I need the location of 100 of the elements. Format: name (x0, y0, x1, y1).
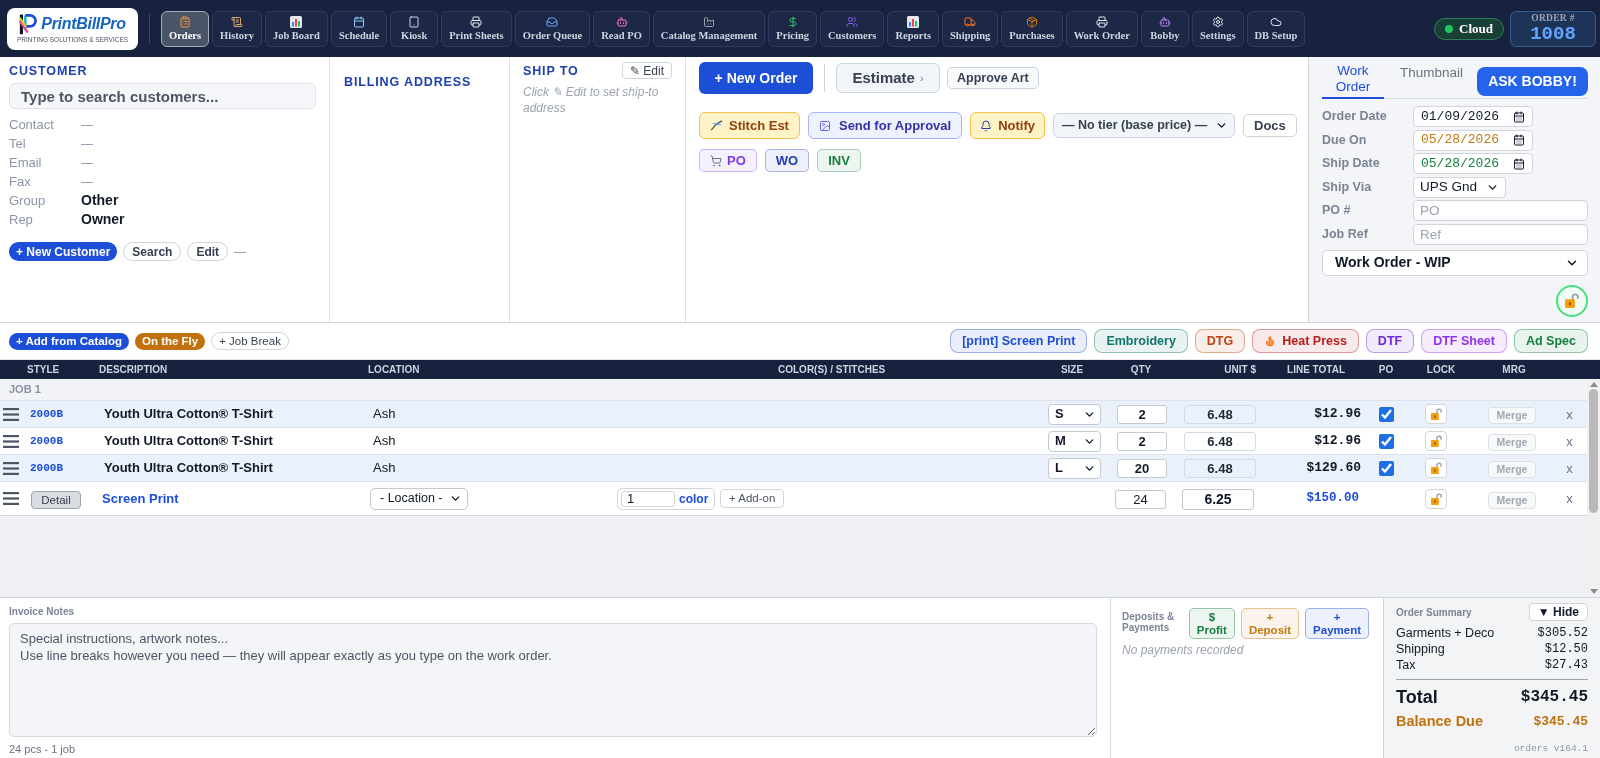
size-select[interactable]: M (1048, 430, 1101, 452)
scroll-down-arrow-icon[interactable] (1589, 589, 1598, 594)
customer-search-field[interactable]: Type to search customers... (9, 83, 316, 109)
nav-tab[interactable]: Orders (161, 10, 210, 47)
po-checkbox[interactable] (1378, 406, 1394, 422)
nav-tab[interactable]: Reports (887, 10, 940, 47)
panel-tab[interactable]: Thumbnail (1398, 63, 1466, 85)
style-code-link[interactable]: 2000B (22, 459, 94, 477)
edit-button[interactable]: ✎ Edit (622, 62, 672, 79)
lock-button[interactable] (1425, 488, 1447, 509)
nav-tab[interactable]: Order Queue (514, 10, 591, 47)
style-code-link[interactable]: 2000B (22, 405, 94, 423)
nav-tab[interactable]: Job Board (264, 10, 328, 47)
scrollbar-thumb[interactable] (1589, 389, 1598, 513)
payment-action-button[interactable]: $ Profit (1188, 608, 1235, 639)
detail-button[interactable]: Detail (31, 490, 81, 509)
decoration-method-button[interactable]: Ad Spec (1514, 329, 1588, 353)
decoration-method-button[interactable]: DTG (1194, 329, 1246, 353)
panel-tab[interactable]: Work Order (1322, 63, 1384, 99)
nav-tab[interactable]: Settings (1191, 10, 1244, 47)
invoice-notes-field[interactable]: Special instructions, artwork notes... Use line breaks however you need — they will appear exactly as you type on the work order. (9, 623, 1097, 737)
add-on-button[interactable]: + Add-on (720, 489, 785, 508)
price-tier-select[interactable]: — No tier (base price) — (1053, 113, 1235, 138)
date-field[interactable]: 05/28/2026 (1413, 129, 1533, 151)
date-field[interactable]: 05/28/2026 (1413, 153, 1533, 174)
color-count-input[interactable]: 1 (621, 490, 675, 507)
decoration-method-button[interactable]: Embroidery (1094, 329, 1188, 353)
nav-tab[interactable]: Work Order (1065, 10, 1138, 47)
nav-tab[interactable]: Read PO (593, 10, 650, 47)
drag-handle-icon[interactable] (3, 407, 19, 421)
scroll-up-arrow-icon[interactable] (1589, 382, 1598, 387)
size-select[interactable]: S (1048, 403, 1101, 425)
lock-button[interactable] (1425, 431, 1447, 451)
calendar-icon[interactable] (1513, 157, 1525, 170)
notify-button[interactable]: Notify (970, 112, 1045, 139)
drag-handle-icon[interactable] (3, 461, 19, 475)
remove-button[interactable]: x (1566, 461, 1573, 475)
po-checkbox[interactable] (1378, 460, 1394, 476)
decoration-method-button[interactable]: Heat Press (1252, 329, 1359, 353)
nav-tab[interactable]: History (212, 10, 262, 47)
remove-button[interactable]: x (1566, 492, 1573, 505)
field-label: Email (9, 153, 43, 172)
document-button[interactable]: INV (817, 149, 861, 172)
decoration-method-button[interactable]: DTF (1365, 329, 1415, 353)
new-order-button[interactable]: + New Order (699, 62, 813, 94)
docs-button[interactable]: Docs (1243, 114, 1297, 137)
hide-summary-button[interactable]: ▼ Hide (1528, 603, 1588, 621)
text-input-field[interactable]: PO (1413, 200, 1588, 221)
decoration-method-button[interactable]: [print] Screen Print (950, 329, 1088, 353)
nav-tab[interactable]: Print Sheets (441, 10, 512, 47)
scrollbar[interactable] (1587, 379, 1600, 597)
nav-tab[interactable]: Kiosk (390, 10, 439, 47)
decoration-method-link[interactable]: Screen Print (94, 488, 356, 509)
drag-handle-icon[interactable] (3, 492, 19, 505)
status-select[interactable]: Work Order - WIP (1322, 249, 1588, 276)
drag-handle-icon[interactable] (3, 434, 19, 448)
unit-price-input[interactable]: 6.48 (1184, 432, 1256, 452)
remove-button[interactable]: x (1566, 434, 1573, 448)
send-for-approval-button[interactable]: Send for Approval (807, 112, 963, 139)
qty-input[interactable]: 2 (1117, 405, 1167, 425)
nav-tab[interactable]: Pricing (768, 10, 818, 47)
unit-price-input[interactable]: 6.48 (1184, 459, 1256, 479)
job-break-button[interactable]: + Job Break (211, 332, 289, 350)
remove-button[interactable]: x (1566, 407, 1573, 421)
edit-button[interactable]: Edit (187, 242, 229, 261)
qty-input[interactable]: 24 (1115, 489, 1166, 509)
search-button[interactable]: Search (123, 242, 182, 261)
unit-price-input[interactable]: 6.25 (1182, 488, 1254, 510)
nav-tab[interactable]: Schedule (330, 10, 388, 47)
approve-art-button[interactable]: Approve Art (947, 67, 1039, 89)
add-from-catalog-button[interactable]: + Add from Catalog (9, 332, 129, 350)
size-select[interactable]: L (1048, 457, 1101, 479)
nav-tab[interactable]: DB Setup (1246, 10, 1306, 47)
estimate-button[interactable]: Estimate › (836, 63, 940, 93)
location-select[interactable]: - Location - (370, 487, 468, 510)
nav-tab[interactable]: Customers (820, 10, 885, 47)
nav-tab[interactable]: Purchases (1001, 10, 1063, 47)
ship-via-select[interactable]: UPS Gnd (1413, 176, 1506, 198)
lock-button[interactable] (1425, 458, 1447, 478)
text-input-field[interactable]: Ref (1413, 223, 1588, 245)
nav-tab[interactable]: Bobby (1140, 10, 1189, 47)
document-button[interactable]: PO (699, 149, 757, 172)
document-button[interactable]: WO (764, 149, 810, 172)
decoration-method-button[interactable]: DTF Sheet (1421, 329, 1507, 353)
date-field[interactable]: 01/09/2026 (1413, 106, 1533, 127)
nav-tab[interactable]: Catalog Management (652, 10, 766, 47)
on-the-fly-button[interactable]: On the Fly (134, 332, 206, 350)
stitch-estimate-button[interactable]: Stitch Est (699, 112, 800, 139)
new-customer-button[interactable]: + New Customer (9, 242, 118, 261)
lock-button[interactable] (1425, 404, 1447, 424)
calendar-icon[interactable] (1513, 110, 1525, 123)
calendar-icon[interactable] (1513, 134, 1525, 146)
ask-bobby-button[interactable]: ASK BOBBY! (1477, 67, 1588, 96)
qty-input[interactable]: 20 (1117, 459, 1167, 479)
unit-price-input[interactable]: 6.48 (1184, 405, 1256, 425)
payment-action-button[interactable]: + Payment (1305, 608, 1369, 639)
style-code-link[interactable]: 2000B (22, 432, 94, 450)
nav-tab[interactable]: Shipping (942, 10, 999, 47)
qty-input[interactable]: 2 (1117, 432, 1167, 452)
po-checkbox[interactable] (1378, 433, 1394, 449)
